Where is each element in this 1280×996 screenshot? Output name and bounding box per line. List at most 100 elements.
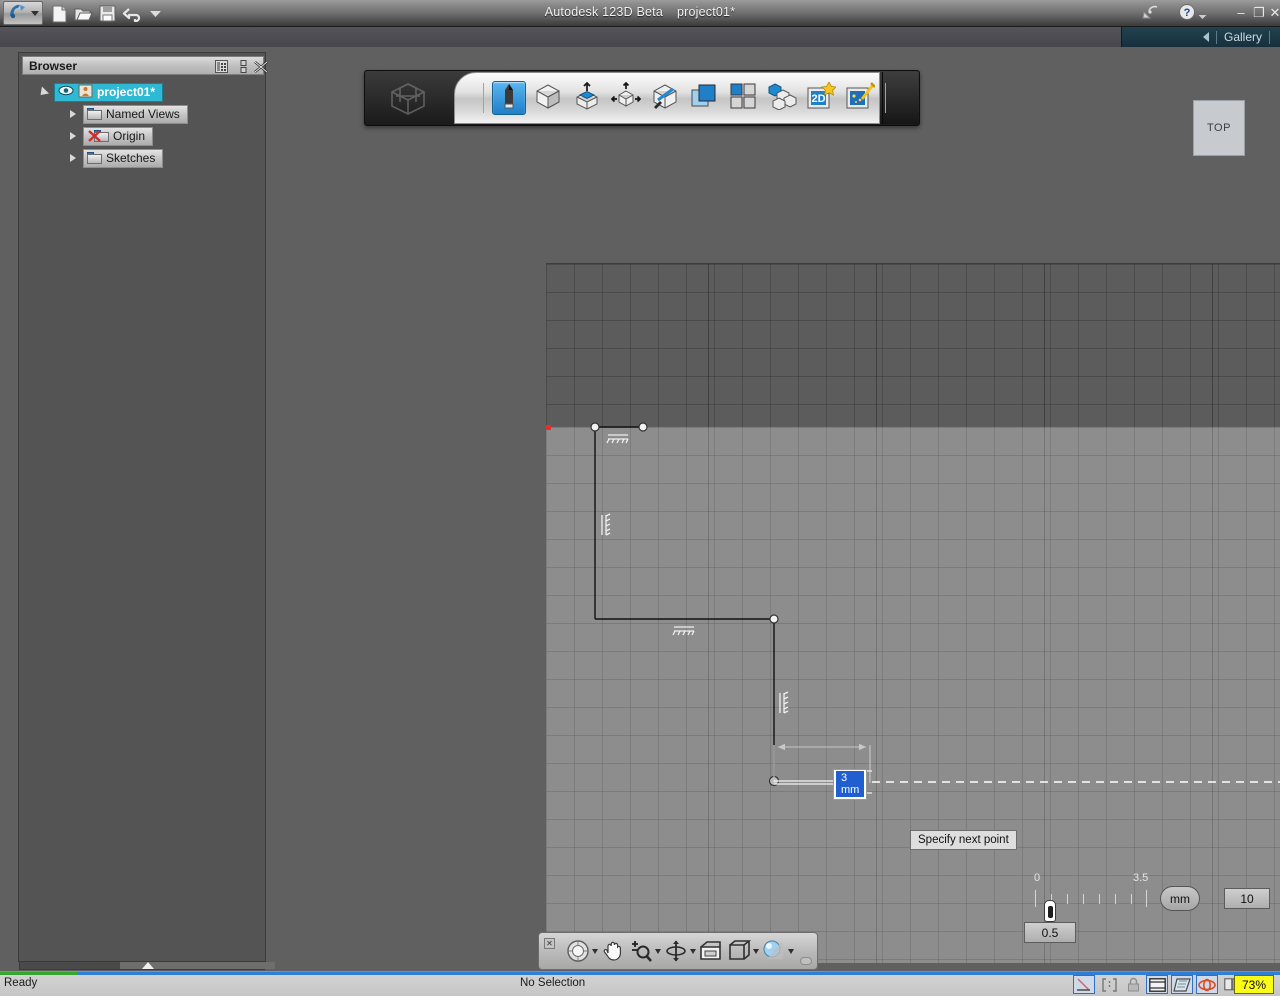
chevron-down-icon[interactable] bbox=[592, 948, 598, 954]
visibility-eye-icon[interactable] bbox=[58, 85, 74, 99]
pan-hand-icon[interactable] bbox=[600, 938, 626, 964]
navbar-close-button[interactable]: ✕ bbox=[544, 938, 555, 949]
orbit-toggle[interactable] bbox=[1196, 975, 1218, 994]
tool-construct[interactable] bbox=[570, 81, 604, 115]
boolean-combine-icon bbox=[690, 82, 718, 115]
dimension-input-box[interactable]: 3 mm bbox=[833, 769, 868, 800]
tool-pattern[interactable] bbox=[726, 81, 760, 115]
tool-primitives[interactable] bbox=[531, 81, 565, 115]
chevron-down-icon[interactable] bbox=[788, 948, 794, 954]
navbar-resize-grip[interactable] bbox=[800, 957, 812, 965]
browser-horizontal-scrollbar[interactable] bbox=[19, 961, 275, 970]
navigation-toolbar: ✕ bbox=[538, 932, 818, 970]
svg-text:2D: 2D bbox=[811, 93, 825, 105]
tool-smart-tools[interactable] bbox=[843, 81, 877, 115]
expander-open-icon[interactable] bbox=[36, 85, 50, 99]
zoom-percent-indicator[interactable]: 73% bbox=[1234, 975, 1274, 994]
wireframe-box-icon bbox=[726, 938, 752, 964]
status-ready-text: Ready bbox=[4, 977, 38, 989]
magic-wand-icon bbox=[845, 81, 876, 115]
list-filter-icon[interactable] bbox=[213, 59, 229, 74]
chevron-down-icon[interactable] bbox=[753, 948, 759, 954]
sketch-geometry bbox=[546, 422, 1280, 796]
ribbon-tab-area bbox=[0, 27, 1122, 47]
sphere-shading-icon bbox=[761, 938, 787, 964]
chevron-down-icon[interactable] bbox=[1197, 7, 1207, 19]
tool-2d-drawing[interactable]: 2D bbox=[804, 80, 838, 115]
scale-max-value-box[interactable]: 10 bbox=[1224, 888, 1270, 909]
browser-title-label: Browser bbox=[29, 58, 78, 73]
browser-header: Browser bbox=[22, 56, 268, 75]
orbit-button[interactable] bbox=[663, 938, 696, 964]
tree-node-project-chip[interactable]: project01* bbox=[54, 82, 164, 102]
sketch-polyline bbox=[594, 426, 775, 781]
scale-min-label: 0 bbox=[1034, 872, 1041, 884]
expander-collapsed-icon[interactable] bbox=[70, 132, 76, 140]
tree-node-named-views-chip[interactable]: Named Views bbox=[83, 104, 188, 124]
folder-icon bbox=[87, 152, 102, 164]
left-triangle-icon[interactable] bbox=[1202, 32, 1209, 42]
scale-current-value-text: 0.5 bbox=[1041, 925, 1059, 940]
app-title-text: Autodesk 123D Beta bbox=[544, 5, 663, 19]
expander-collapsed-icon[interactable] bbox=[70, 154, 76, 162]
close-x-icon[interactable] bbox=[253, 59, 269, 74]
tree-node-named-views-label: Named Views bbox=[106, 107, 180, 121]
grid-pattern-icon bbox=[729, 82, 757, 115]
view-cube-label: TOP bbox=[1207, 122, 1231, 134]
gallery-strip: Gallery bbox=[0, 27, 1280, 47]
display-box-button[interactable] bbox=[726, 938, 759, 964]
tool-combine[interactable] bbox=[687, 81, 721, 115]
camera-view-icon[interactable] bbox=[698, 938, 724, 964]
chevron-down-icon[interactable] bbox=[655, 948, 661, 954]
vertical-dots-icon[interactable] bbox=[235, 59, 251, 74]
vertical-constraint-glyph-1 bbox=[601, 513, 611, 536]
tree-node-origin-label: Origin bbox=[113, 129, 146, 143]
tree-node-sketches-label: Sketches bbox=[106, 151, 156, 165]
help-question-icon[interactable]: ? bbox=[1178, 3, 1196, 21]
extrude-cube-icon bbox=[573, 81, 601, 115]
tool-sketch-on-face[interactable] bbox=[648, 81, 682, 115]
tool-assemble[interactable] bbox=[765, 81, 799, 115]
zoom-button[interactable] bbox=[628, 938, 661, 964]
folder-icon bbox=[87, 108, 102, 120]
browser-panel: Browser project01* Named Views Origin Sk… bbox=[18, 52, 268, 962]
lock-toggle[interactable] bbox=[1122, 975, 1144, 994]
grid-frame-icon bbox=[1148, 977, 1166, 992]
tool-modify[interactable] bbox=[609, 81, 643, 115]
steering-wheel-button[interactable] bbox=[565, 938, 598, 964]
orbit-ring-icon bbox=[1198, 978, 1216, 991]
divider bbox=[483, 83, 484, 113]
visual-style-button[interactable] bbox=[761, 938, 794, 964]
tree-node-named-views[interactable]: Named Views bbox=[22, 103, 264, 125]
title-bar: Autodesk 123D Beta project01* ? – ❐ ✕ bbox=[0, 0, 1280, 27]
browser-content: Browser project01* Named Views Origin Sk… bbox=[22, 56, 268, 296]
tree-node-project[interactable]: project01* bbox=[22, 81, 264, 103]
tree-node-origin-chip[interactable]: Origin bbox=[83, 126, 154, 146]
tree-node-sketches[interactable]: Sketches bbox=[22, 147, 264, 169]
status-bar: Ready No Selection 73% bbox=[0, 971, 1280, 996]
snap-toggle[interactable] bbox=[1073, 975, 1095, 994]
sketch-canvas[interactable]: 3 mm bbox=[546, 263, 1280, 963]
steering-wheel-icon bbox=[565, 938, 591, 964]
minimize-button[interactable]: – bbox=[1232, 4, 1250, 22]
scale-slider-handle[interactable] bbox=[1044, 900, 1056, 922]
cube-primitive-icon bbox=[534, 82, 562, 115]
tree-node-origin[interactable]: Origin bbox=[22, 125, 264, 147]
tree-node-sketches-chip[interactable]: Sketches bbox=[83, 148, 164, 168]
satellite-dish-icon[interactable] bbox=[1141, 3, 1159, 21]
project-icon bbox=[78, 84, 93, 101]
plane-toggle[interactable] bbox=[1171, 975, 1193, 994]
toolbar-tool-list: 2D bbox=[480, 75, 889, 121]
expander-collapsed-icon[interactable] bbox=[70, 110, 76, 118]
constraint-toggle[interactable] bbox=[1098, 975, 1120, 994]
scale-current-value-box[interactable]: 0.5 bbox=[1024, 922, 1076, 943]
gallery-tab[interactable]: Gallery bbox=[1122, 27, 1280, 47]
close-button[interactable]: ✕ bbox=[1266, 4, 1280, 22]
view-cube[interactable]: TOP bbox=[1193, 100, 1245, 156]
scale-unit-pill[interactable]: mm bbox=[1160, 886, 1200, 911]
chevron-down-icon[interactable] bbox=[690, 948, 696, 954]
pencil-sketch-icon bbox=[496, 82, 522, 115]
grid-toggle[interactable] bbox=[1146, 975, 1168, 994]
tree-node-project-label: project01* bbox=[97, 85, 156, 99]
tool-sketch[interactable] bbox=[492, 81, 526, 115]
